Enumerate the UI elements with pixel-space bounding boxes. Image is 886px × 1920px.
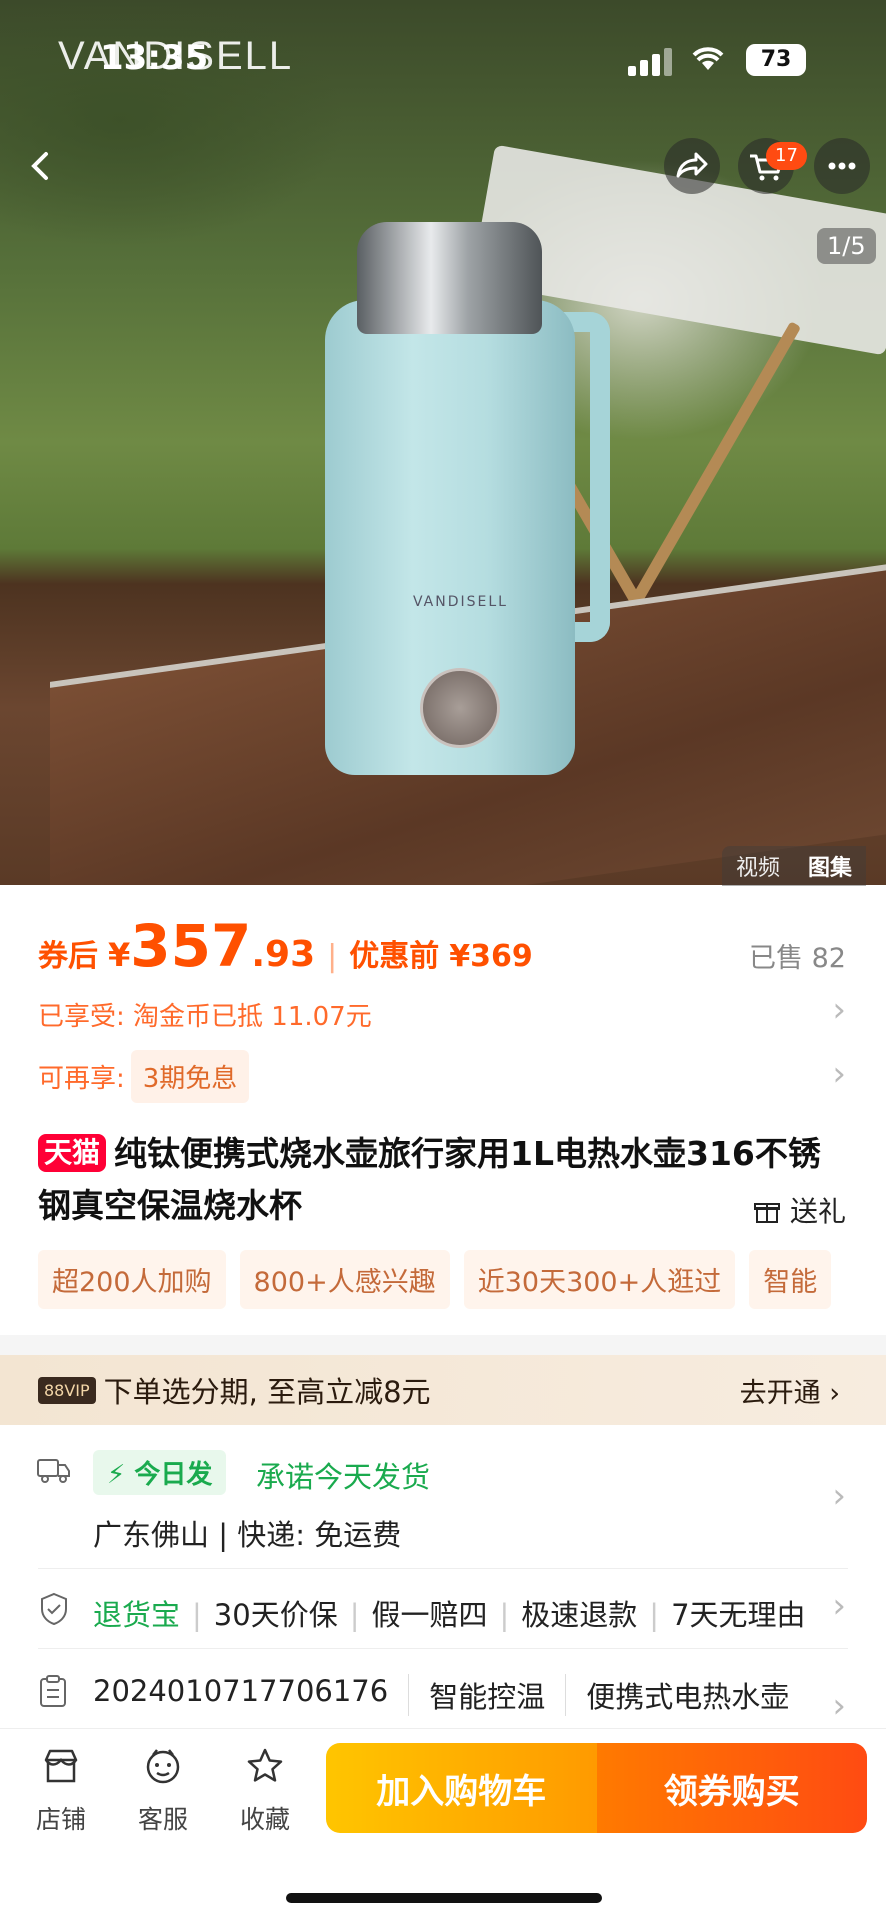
sold-count: 已售 82 [749,943,846,974]
divider [38,1568,848,1569]
social-proof-tags: 超200人加购 800+人感兴趣 近30天300+人逛过 智能 [38,1250,886,1309]
price-integer: 357 [130,912,252,980]
kettle-power-button [420,668,500,748]
buy-now-button[interactable]: 领券购买 [596,1743,867,1833]
tab-service[interactable]: 客服 [128,1746,198,1836]
kettle-brand-label: VANDISELL [413,594,508,610]
chevron-left-icon [31,152,48,180]
gift-icon [754,1203,781,1223]
tab-store[interactable]: 店铺 [26,1746,96,1836]
tab-gallery[interactable]: 图集 [794,846,866,886]
shield-icon [38,1592,70,1634]
truck-icon [36,1454,72,1494]
product-title: 天猫 纯钛便携式烧水壶旅行家用1L电热水壶316不锈钢真空保温烧水杯 [38,1128,848,1232]
vip-open-label: 去开通 [739,1377,821,1409]
currency-symbol: ¥ [108,936,131,974]
ship-today-label: 今日发 [134,1460,213,1490]
service-item: 7天无理由 [671,1598,803,1632]
chevron-right-icon[interactable]: › [832,1054,846,1094]
tab-store-label: 店铺 [35,1805,86,1834]
tmall-badge: 天猫 [38,1134,107,1172]
share-button[interactable] [664,138,720,194]
gift-button[interactable]: 送礼 [753,1190,846,1230]
ship-promise: 承诺今天发货 [256,1460,431,1494]
before-label: 优惠前 [349,939,440,974]
product-image-carousel[interactable]: VANDISELL [0,0,886,885]
after-coupon-label: 券后 [38,939,98,974]
price-separator: | [327,939,338,974]
product-specs[interactable]: 2024010717706176 智能控温 便携式电热水壶 [93,1674,829,1716]
price-row: 券后 ¥ 357 .93 | 优惠前 ¥369 [38,912,533,980]
service-item: 假一赔四 [371,1598,488,1632]
product-title-text: 纯钛便携式烧水壶旅行家用1L电热水壶316不锈钢真空保温烧水杯 [38,1134,821,1225]
chevron-right-icon[interactable]: › [832,1686,846,1726]
star-icon [230,1746,300,1796]
more-benefit-label: 可再享: [38,1064,125,1094]
status-bar: VANDISELL 13:35 73 [0,0,886,110]
store-icon [26,1746,96,1796]
back-button[interactable] [12,138,68,194]
ship-origin: 广东佛山 | 快递: 免运费 [93,1518,402,1552]
return-insurance: 退货宝 [93,1598,181,1632]
status-time: 13:35 [100,38,209,78]
tab-favorite-label: 收藏 [239,1805,290,1834]
cart-count-badge: 17 [766,142,807,170]
spec-item: 2024010717706176 [93,1674,410,1716]
price-decimal: .93 [251,934,316,975]
service-icon [128,1746,198,1796]
tag: 800+人感兴趣 [239,1250,450,1309]
image-pager: 1/5 [817,228,876,264]
vip-banner[interactable]: 88VIP 下单选分期, 至高立减8元 去开通 › [0,1355,886,1425]
gift-label: 送礼 [789,1195,846,1228]
media-tabs: 视频 图集 [722,846,867,886]
spec-item: 便携式电热水壶 [586,1680,790,1714]
service-guarantees[interactable]: 退货宝 | 30天价保 | 假一赔四 | 极速退款 | 7天无理由 [93,1592,803,1634]
service-item: 30天价保 [213,1598,338,1632]
share-icon [676,152,708,178]
enjoyed-benefit[interactable]: 已享受: 淘金币已抵 11.07元 [38,996,372,1033]
before-price: ¥369 [449,939,533,974]
tab-favorite[interactable]: 收藏 [230,1746,300,1836]
more-icon [828,162,856,170]
home-indicator [286,1893,602,1903]
kettle-lid [357,222,542,334]
purchase-buttons: 加入购物车 领券购买 [326,1743,867,1833]
chevron-right-icon[interactable]: › [832,1586,846,1626]
signal-icon [628,46,672,76]
divider [38,1648,848,1649]
chevron-right-icon[interactable]: › [832,1476,846,1516]
vip-badge: 88VIP [38,1376,96,1404]
ship-today-badge: ⚡ 今日发 [93,1450,227,1495]
service-item: 极速退款 [521,1598,638,1632]
vip-open-link[interactable]: 去开通 › [740,1371,840,1410]
spec-item: 智能控温 [429,1674,567,1716]
tag: 超200人加购 [38,1250,226,1309]
tag: 智能 [749,1250,832,1309]
tab-service-label: 客服 [137,1805,188,1834]
tab-video[interactable]: 视频 [722,846,794,886]
chevron-right-icon[interactable]: › [832,990,846,1030]
more-button[interactable] [814,138,870,194]
installment-chip: 3期免息 [130,1050,250,1103]
vip-text: 下单选分期, 至高立减8元 [103,1375,431,1409]
tag: 近30天300+人逛过 [463,1250,736,1309]
more-benefit-row[interactable]: 可再享: 3期免息 [38,1050,250,1103]
battery-icon: 73 [746,44,806,76]
clipboard-icon [38,1674,68,1716]
wifi-icon [688,42,728,82]
section-divider [0,1335,886,1355]
add-to-cart-button[interactable]: 加入购物车 [326,1743,597,1833]
